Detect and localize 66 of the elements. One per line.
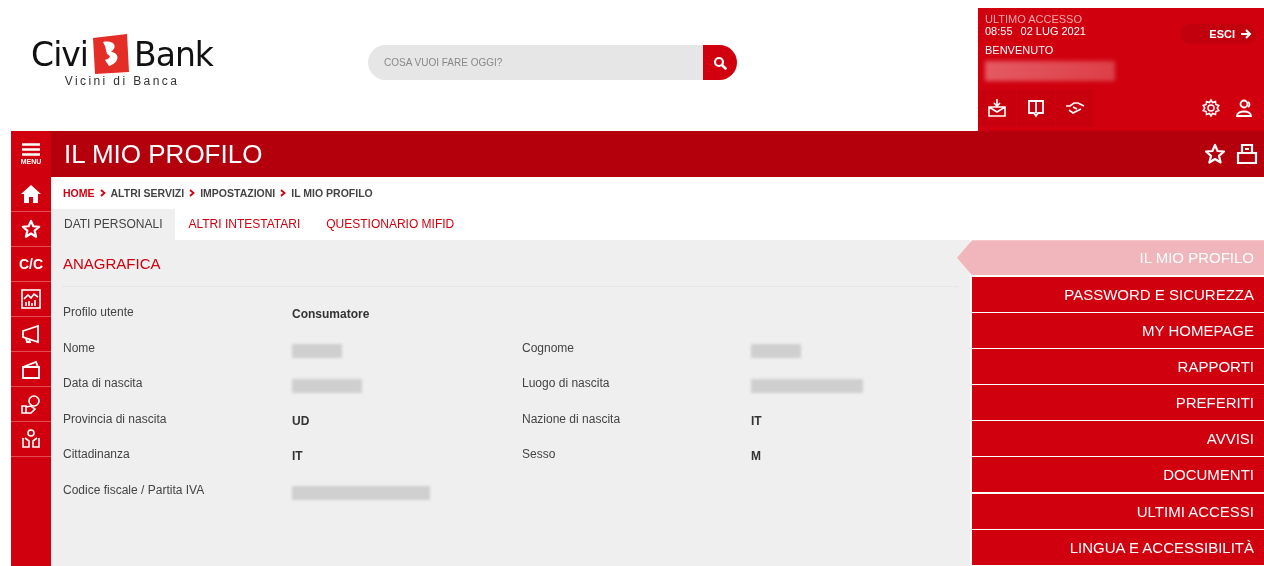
redacted-value xyxy=(292,379,362,394)
search-icon xyxy=(713,55,727,70)
field-label: Data di nascita xyxy=(63,376,144,391)
side-menu-item[interactable]: DOCUMENTI xyxy=(972,457,1264,493)
field-label: Nazione di nascita xyxy=(522,411,622,426)
field-label: Codice fiscale / Partita IVA xyxy=(63,482,206,497)
field-value: Consumatore xyxy=(292,307,371,322)
field-value: UD xyxy=(292,413,311,428)
redacted-value xyxy=(751,343,801,358)
last-access-time: 08:55 xyxy=(985,25,1013,37)
field-label: Profilo utente xyxy=(63,305,135,320)
inbox-button[interactable] xyxy=(978,89,1016,127)
star-icon xyxy=(21,219,41,239)
field-label: Provincia di nascita xyxy=(63,411,168,426)
arrow-icon xyxy=(1241,29,1252,39)
tab[interactable]: QUESTIONARIO MIFID xyxy=(313,208,468,241)
breadcrumb-link[interactable]: ALTRI SERVIZI xyxy=(110,186,185,199)
headset-person-icon xyxy=(1234,98,1254,118)
field-value: M xyxy=(751,449,762,464)
field-value: IT xyxy=(751,413,763,428)
people-icon xyxy=(21,429,41,449)
logo-text: Bank xyxy=(134,34,213,74)
welcome-label: BENVENUTO xyxy=(985,44,1055,56)
field-value: IT xyxy=(292,449,304,464)
settings-icon xyxy=(1201,98,1221,118)
search-field[interactable]: COSA VUOI FARE OGGI? xyxy=(368,45,703,80)
breadcrumb-link[interactable]: HOME xyxy=(63,186,95,199)
chevron-icon xyxy=(189,188,196,197)
side-menu-item[interactable]: ULTIMI ACCESSI xyxy=(972,493,1264,529)
side-menu-item[interactable]: AVVISI xyxy=(972,421,1264,457)
handshake-button[interactable] xyxy=(1056,89,1094,127)
book-button[interactable] xyxy=(1017,89,1055,127)
last-access-date: 02 LUG 2021 xyxy=(1020,25,1086,37)
field-label: Cittadinanza xyxy=(63,447,131,462)
printer-icon xyxy=(1236,143,1258,165)
chevron-icon xyxy=(99,188,106,197)
inbox-icon xyxy=(987,98,1007,118)
megaphone-icon xyxy=(21,324,41,344)
redacted-value xyxy=(292,343,342,358)
book-icon xyxy=(1026,98,1046,118)
breadcrumb-link[interactable]: IL MIO PROFILO xyxy=(291,186,373,199)
field-label: Cognome xyxy=(522,340,576,355)
side-menu-item[interactable]: PREFERITI xyxy=(972,385,1264,421)
chevron-icon xyxy=(280,188,287,197)
side-menu-item[interactable]: RAPPORTI xyxy=(972,348,1264,384)
field-label: Nome xyxy=(63,340,96,355)
logo-text: Civi xyxy=(31,34,88,74)
cards-icon xyxy=(21,359,41,379)
menu-icon xyxy=(22,143,40,156)
chart-icon xyxy=(21,289,41,309)
section-title: ANAGRAFICA xyxy=(63,240,958,288)
logout-button[interactable]: ESCI xyxy=(1180,24,1256,44)
side-menu-item[interactable]: LINGUA E ACCESSIBILITÀ xyxy=(972,529,1264,565)
side-menu-item[interactable]: MY HOMEPAGE xyxy=(972,312,1264,348)
logo-tagline: Vicini di Banca xyxy=(64,74,180,88)
side-menu-item[interactable]: PASSWORD E SICUREZZA xyxy=(972,276,1264,312)
search-button[interactable] xyxy=(703,45,737,80)
tab[interactable]: ALTRI INTESTATARI xyxy=(175,208,314,241)
field-label: Sesso xyxy=(522,447,557,462)
last-access-label: ULTIMO ACCESSO xyxy=(985,14,1083,25)
star-icon xyxy=(1204,143,1226,165)
field-label: Luogo di nascita xyxy=(522,376,611,391)
page-title: IL MIO PROFILO xyxy=(64,138,263,170)
breadcrumb-link[interactable]: IMPOSTAZIONI xyxy=(200,186,276,199)
home-icon xyxy=(21,184,41,204)
tab[interactable]: DATI PERSONALI xyxy=(51,208,176,241)
